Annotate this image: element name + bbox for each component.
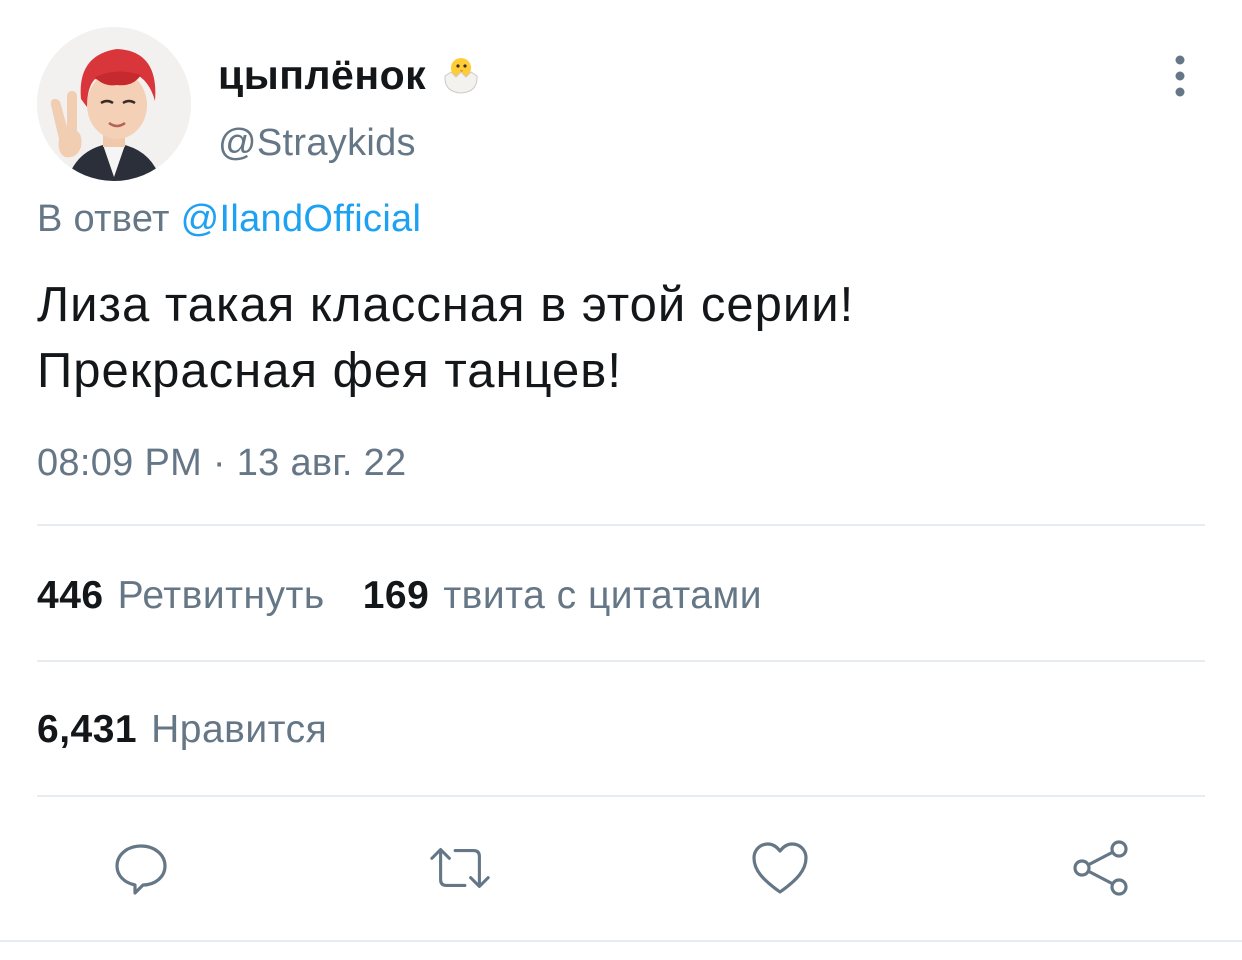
retweets-count: 446 [37, 574, 104, 617]
reply-prefix: В ответ [37, 198, 170, 240]
likes-count: 6,431 [37, 708, 138, 751]
reply-button[interactable] [109, 836, 173, 900]
retweet-button[interactable] [428, 836, 492, 900]
tweet-text-line: Лиза такая классная в этой серии! [37, 278, 855, 332]
author-handle[interactable]: @Straykids [218, 122, 416, 165]
likes-stat[interactable]: 6,431 Нравится [37, 708, 327, 752]
reply-context: В ответ @IlandOfficial [37, 198, 421, 241]
likes-label: Нравится [151, 708, 328, 751]
retweets-label: Ретвитнуть [117, 574, 325, 617]
display-name-text: цыплёнок [218, 51, 427, 98]
retweets-stat[interactable]: 446 Ретвитнуть [37, 574, 325, 618]
divider [0, 940, 1242, 942]
quotes-count: 169 [362, 574, 430, 617]
divider [37, 524, 1205, 526]
divider [37, 660, 1205, 662]
reply-bubble-icon [115, 844, 167, 895]
reply-mention-link[interactable]: @IlandOfficial [181, 198, 422, 240]
like-button[interactable] [748, 836, 812, 900]
divider [37, 795, 1205, 797]
tweet-detail: цыплёнок @Straykids В ответ @IlandOffici… [0, 0, 1242, 960]
hatching-chick-icon [440, 54, 482, 96]
display-name[interactable]: цыплёнок [218, 50, 482, 100]
quotes-label: твита с цитатами [443, 574, 763, 617]
heart-icon [752, 842, 808, 894]
likes-stats: 6,431 Нравится [37, 700, 365, 760]
share-icon [1073, 840, 1128, 896]
tweet-text-line: Прекрасная фея танцев! [37, 344, 622, 398]
avatar[interactable] [37, 27, 191, 181]
retweet-icon [430, 848, 490, 888]
tweet-timestamp[interactable]: 08:09 PM · 13 авг. 22 [37, 442, 406, 485]
more-options-icon[interactable] [1162, 54, 1198, 98]
avatar-image [37, 27, 191, 181]
tweet-text: Лиза такая классная в этой серии! Прекра… [37, 272, 1197, 404]
retweet-quote-stats: 446 Ретвитнуть 169 твита с цитатами [37, 566, 800, 626]
share-button[interactable] [1068, 836, 1132, 900]
quotes-stat[interactable]: 169 твита с цитатами [363, 574, 762, 618]
